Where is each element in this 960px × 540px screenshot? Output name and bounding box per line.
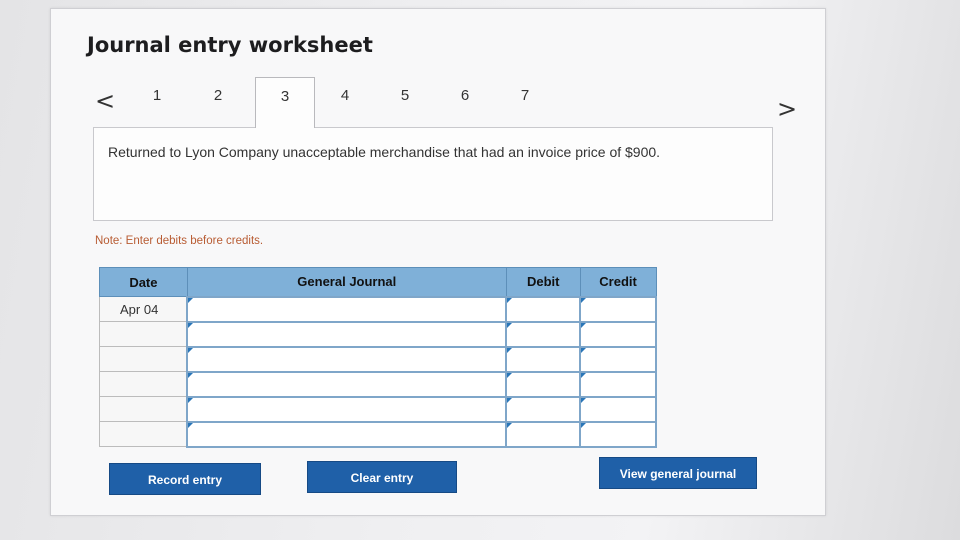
table-row	[99, 420, 657, 448]
date-cell	[99, 396, 188, 422]
debit-input[interactable]	[505, 345, 582, 373]
chevron-left-icon[interactable]: <	[95, 87, 115, 115]
account-input[interactable]	[186, 370, 508, 398]
credit-column-header: Credit	[579, 267, 657, 297]
account-input[interactable]	[186, 345, 508, 373]
date-cell	[99, 346, 188, 372]
date-cell	[99, 371, 188, 397]
tab-2[interactable]: 2	[188, 77, 248, 127]
tab-7[interactable]: 7	[495, 77, 555, 127]
table-row	[99, 320, 657, 348]
debit-input[interactable]	[505, 395, 582, 423]
credit-input[interactable]	[579, 420, 657, 448]
table-row	[99, 345, 657, 373]
debit-input[interactable]	[505, 295, 582, 323]
record-entry-button[interactable]: Record entry	[109, 463, 261, 495]
table-row: Apr 04	[99, 295, 657, 323]
credit-input[interactable]	[579, 295, 657, 323]
account-input[interactable]	[186, 320, 508, 348]
tab-5[interactable]: 5	[375, 77, 435, 127]
account-input[interactable]	[186, 295, 508, 323]
debit-input[interactable]	[505, 370, 582, 398]
date-column-header: Date	[99, 267, 188, 297]
journal-table: Date General Journal Debit Credit Apr 04	[99, 267, 657, 448]
instruction-note: Note: Enter debits before credits.	[95, 235, 264, 247]
view-general-journal-button[interactable]: View general journal	[599, 457, 757, 489]
account-input[interactable]	[186, 420, 508, 448]
tab-3[interactable]: 3	[255, 77, 315, 128]
chevron-right-icon[interactable]: >	[777, 95, 797, 123]
tab-4[interactable]: 4	[315, 77, 375, 127]
tab-6[interactable]: 6	[435, 77, 495, 127]
credit-input[interactable]	[579, 370, 657, 398]
clear-entry-button[interactable]: Clear entry	[307, 461, 457, 493]
debit-input[interactable]	[505, 420, 582, 448]
tab-bar: < 1 2 3 4 5 6 7 >	[87, 77, 797, 128]
credit-input[interactable]	[579, 345, 657, 373]
date-cell	[99, 421, 188, 447]
transaction-description: Returned to Lyon Company unacceptable me…	[93, 127, 773, 221]
tab-1[interactable]: 1	[127, 77, 187, 127]
page-title: Journal entry worksheet	[87, 33, 373, 57]
table-row	[99, 395, 657, 423]
account-input[interactable]	[186, 395, 508, 423]
journal-worksheet-panel: Journal entry worksheet < 1 2 3 4 5 6 7 …	[50, 8, 826, 516]
debit-input[interactable]	[505, 320, 582, 348]
credit-input[interactable]	[579, 395, 657, 423]
general-journal-column-header: General Journal	[186, 267, 507, 297]
date-cell	[99, 321, 188, 347]
journal-header-row: Date General Journal Debit Credit	[99, 267, 657, 297]
debit-column-header: Debit	[505, 267, 581, 297]
credit-input[interactable]	[579, 320, 657, 348]
date-cell: Apr 04	[99, 296, 188, 322]
table-row	[99, 370, 657, 398]
